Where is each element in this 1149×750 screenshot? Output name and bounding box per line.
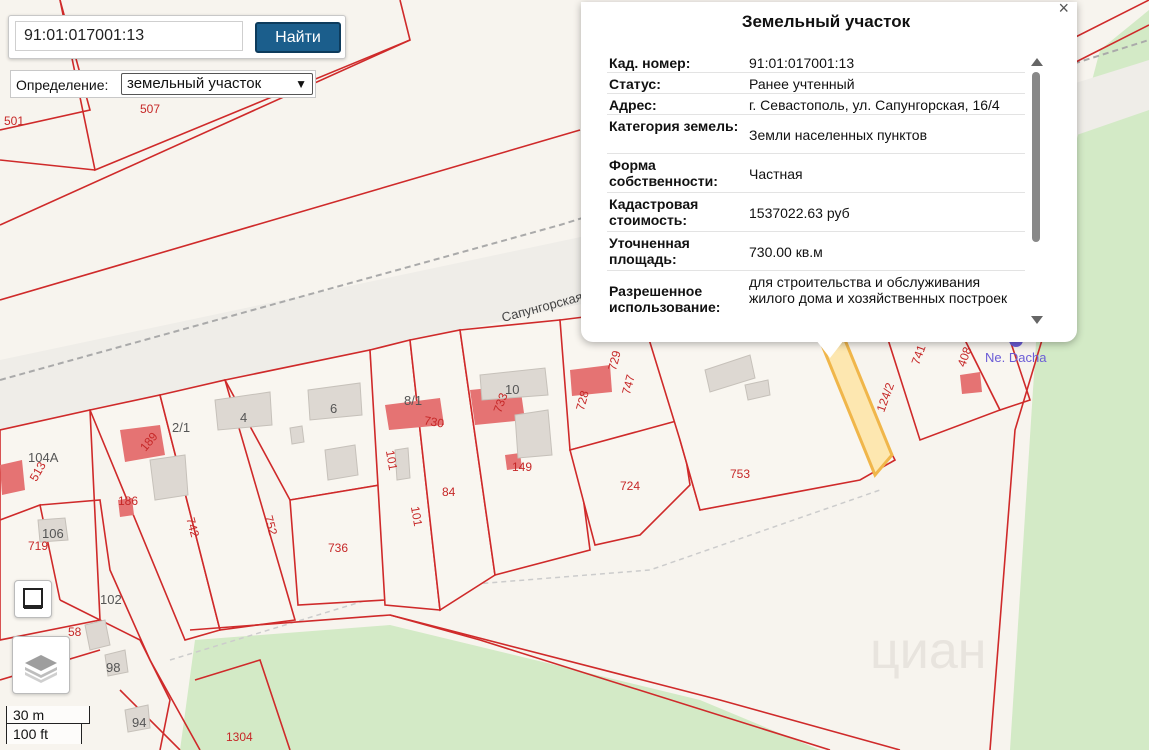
parcel-attributes: Кад. номер: 91:01:017001:13 Статус: Ране… [607,52,1025,330]
attr-row-area: Уточненная площадь: 730.00 кв.м [607,232,1025,271]
attr-label: Статус [609,76,657,92]
parcel-label: 186 [118,494,138,508]
scroll-thumb[interactable] [1032,72,1040,242]
parcel-label: 58 [68,625,82,639]
attr-label: Кад. номер [609,55,686,71]
definition-selected-value: земельный участок [127,75,262,92]
attr-label: Кадастровая стоимость [609,196,699,228]
scale-imperial: 100 ft [13,726,49,742]
attr-row-ownership: Форма собственности: Частная [607,154,1025,193]
attr-value: 91:01:017001:13 [749,55,855,71]
scale-metric: 30 m [13,707,45,723]
attr-row-permitted-use: Разрешенное использование: для строитель… [607,271,1025,319]
parcel-label: 1304 [226,730,253,744]
measure-button[interactable] [14,580,52,618]
popup-title: Земельный участок [741,12,911,31]
layers-icon [25,655,57,683]
parcel-label: 84 [442,485,456,499]
ruler-icon [23,588,43,609]
scale-bar: 30 m 100 ft [6,706,92,746]
parcel-label: 102 [100,592,122,607]
popup-pointer [816,340,844,358]
parcel-label: 724 [620,479,640,493]
attr-label: Разрешенное использование [609,283,716,315]
parcel-label: 501 [4,114,24,128]
parcel-label: 98 [106,660,120,675]
parcel-label: 6 [330,401,337,416]
attr-row-status: Статус: Ранее учтенный [607,73,1025,94]
popup-scrollbar[interactable] [1029,58,1043,324]
cadastral-number-input[interactable] [15,21,243,51]
parcel-label: 507 [140,102,160,116]
search-panel: Найти [8,15,346,59]
parcel-label: 736 [328,541,348,555]
search-button[interactable]: Найти [255,22,341,53]
parcel-label: 719 [28,539,48,553]
chevron-down-icon: ▼ [295,77,307,91]
attr-row-cadastral-number: Кад. номер: 91:01:017001:13 [607,52,1025,73]
attr-value: Ранее учтенный [749,76,855,92]
attr-label: Уточненная площадь [609,235,690,267]
layers-button[interactable] [12,636,70,694]
scroll-down-icon[interactable] [1031,316,1043,324]
parcel-label: 2/1 [172,420,190,435]
parcel-label: 4 [240,410,247,425]
attr-value: Частная [749,166,803,182]
attr-value: для строительства и обслуживания жилого … [749,274,1008,306]
attr-row-land-category: Категория земель: Земли населенных пункт… [607,115,1025,154]
definition-panel: Определение: земельный участок ▼ [10,70,316,98]
attr-value: 1537022.63 руб [749,205,850,221]
parcel-label: 104А [28,450,59,465]
scroll-up-icon[interactable] [1031,58,1043,66]
parcel-label: 149 [512,460,532,474]
attr-label: Форма собственности [609,157,714,189]
attr-label: Категория земель [609,118,734,134]
definition-label: Определение: [16,77,109,93]
parcel-label: 94 [132,715,146,730]
parcel-info-popup: × Земельный участок Кад. номер: 91:01:01… [581,0,1077,342]
attr-value: 730.00 кв.м [749,244,823,260]
attr-value: Земли населенных пунктов [749,127,928,143]
attr-row-address: Адрес: г. Севастополь, ул. Сапунгорская,… [607,94,1025,115]
attr-row-cadastral-value: Кадастровая стоимость: 1537022.63 руб [607,193,1025,232]
definition-select[interactable]: земельный участок ▼ [121,73,313,95]
parcel-label: 8/1 [404,393,422,408]
parcel-label: 753 [730,467,750,481]
attr-label: Адрес [609,97,652,113]
attr-value: г. Севастополь, ул. Сапунгорская, 16/4 [749,97,1000,113]
watermark: циан [870,622,986,680]
poi-label[interactable]: Ne. Dacha [985,350,1047,365]
